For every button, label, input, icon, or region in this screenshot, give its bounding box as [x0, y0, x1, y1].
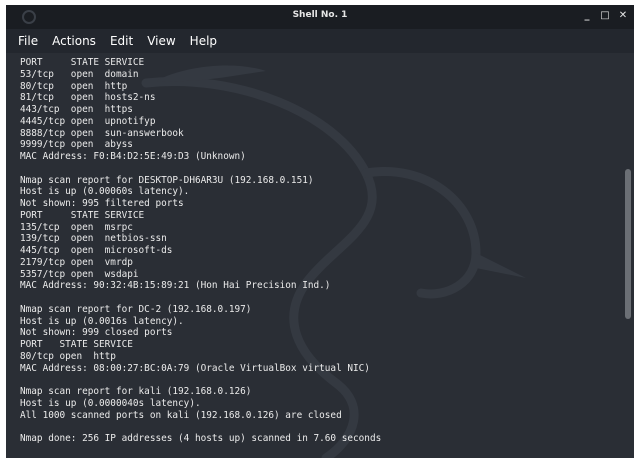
terminal-line: 135/tcp open msrpc	[20, 221, 133, 233]
terminal-window: Shell No. 1 _ □ ✕ File Actions Edit View…	[6, 5, 634, 458]
menu-actions[interactable]: Actions	[52, 34, 96, 48]
terminal-line: Host is up (0.0000040s latency).	[20, 397, 201, 409]
window-controls: _ □ ✕	[582, 9, 628, 23]
terminal-line: Host is up (0.00060s latency).	[20, 186, 190, 198]
terminal-line: 443/tcp open https	[20, 104, 133, 115]
terminal-line: 445/tcp open microsoft-ds	[20, 245, 173, 256]
terminal-line: 139/tcp open netbios-ssn	[20, 233, 167, 245]
maximize-button[interactable]: □	[600, 9, 610, 23]
close-button[interactable]: ✕	[618, 9, 628, 23]
terminal-line: 80/tcp open http	[20, 350, 116, 362]
menu-view[interactable]: View	[147, 34, 175, 48]
scrollbar-thumb[interactable]	[625, 169, 631, 319]
terminal-line: MAC Address: F0:B4:D2:5E:49:D3 (Unknown)	[20, 151, 246, 162]
terminal-line: Not shown: 999 closed ports	[20, 327, 173, 339]
terminal-line: All 1000 scanned ports on kali (192.168.…	[20, 409, 342, 421]
title-bar[interactable]: Shell No. 1 _ □ ✕	[6, 5, 634, 29]
terminal-line: Nmap scan report for DC-2 (192.168.0.197…	[20, 303, 252, 315]
window-title: Shell No. 1	[292, 10, 348, 20]
menu-bar: File Actions Edit View Help	[6, 29, 634, 53]
menu-help[interactable]: Help	[190, 34, 217, 48]
terminal-line: MAC Address: 08:00:27:BC:0A:79 (Oracle V…	[20, 362, 370, 374]
terminal-line: Nmap scan report for DESKTOP-DH6AR3U (19…	[20, 174, 314, 186]
terminal-line: Nmap done: 256 IP addresses (4 hosts up)…	[20, 433, 382, 444]
terminal-line: 81/tcp open hosts2-ns	[20, 92, 156, 104]
terminal-line: Nmap scan report for kali (192.168.0.126…	[20, 386, 252, 397]
terminal-line: Host is up (0.0016s latency).	[20, 315, 184, 327]
terminal-text: PORT STATE SERVICE 53/tcp open domain 80/t…	[20, 57, 381, 445]
terminal-line: PORT STATE SERVICE	[20, 339, 133, 350]
terminal-output-area[interactable]: PORT STATE SERVICE 53/tcp open domain 80/t…	[6, 53, 634, 458]
terminal-line: PORT STATE SERVICE	[20, 209, 145, 221]
terminal-line: 2179/tcp open vmrdp	[20, 256, 133, 268]
terminal-line: 53/tcp open domain	[20, 68, 139, 80]
terminal-line: Not shown: 995 filtered ports	[20, 198, 184, 209]
terminal-line: PORT STATE SERVICE	[20, 57, 145, 68]
terminal-line: MAC Address: 90:32:4B:15:89:21 (Hon Hai …	[20, 280, 331, 292]
terminal-line: 9999/tcp open abyss	[20, 139, 133, 151]
terminal-line: 80/tcp open http	[20, 80, 128, 92]
minimize-button[interactable]: _	[582, 9, 592, 23]
menu-file[interactable]: File	[18, 34, 38, 48]
terminal-line: 5357/tcp open wsdapi	[20, 268, 139, 280]
terminal-line: 4445/tcp open upnotifyp	[20, 115, 156, 127]
menu-edit[interactable]: Edit	[110, 34, 133, 48]
terminal-line: 8888/tcp open sun-answerbook	[20, 127, 184, 139]
